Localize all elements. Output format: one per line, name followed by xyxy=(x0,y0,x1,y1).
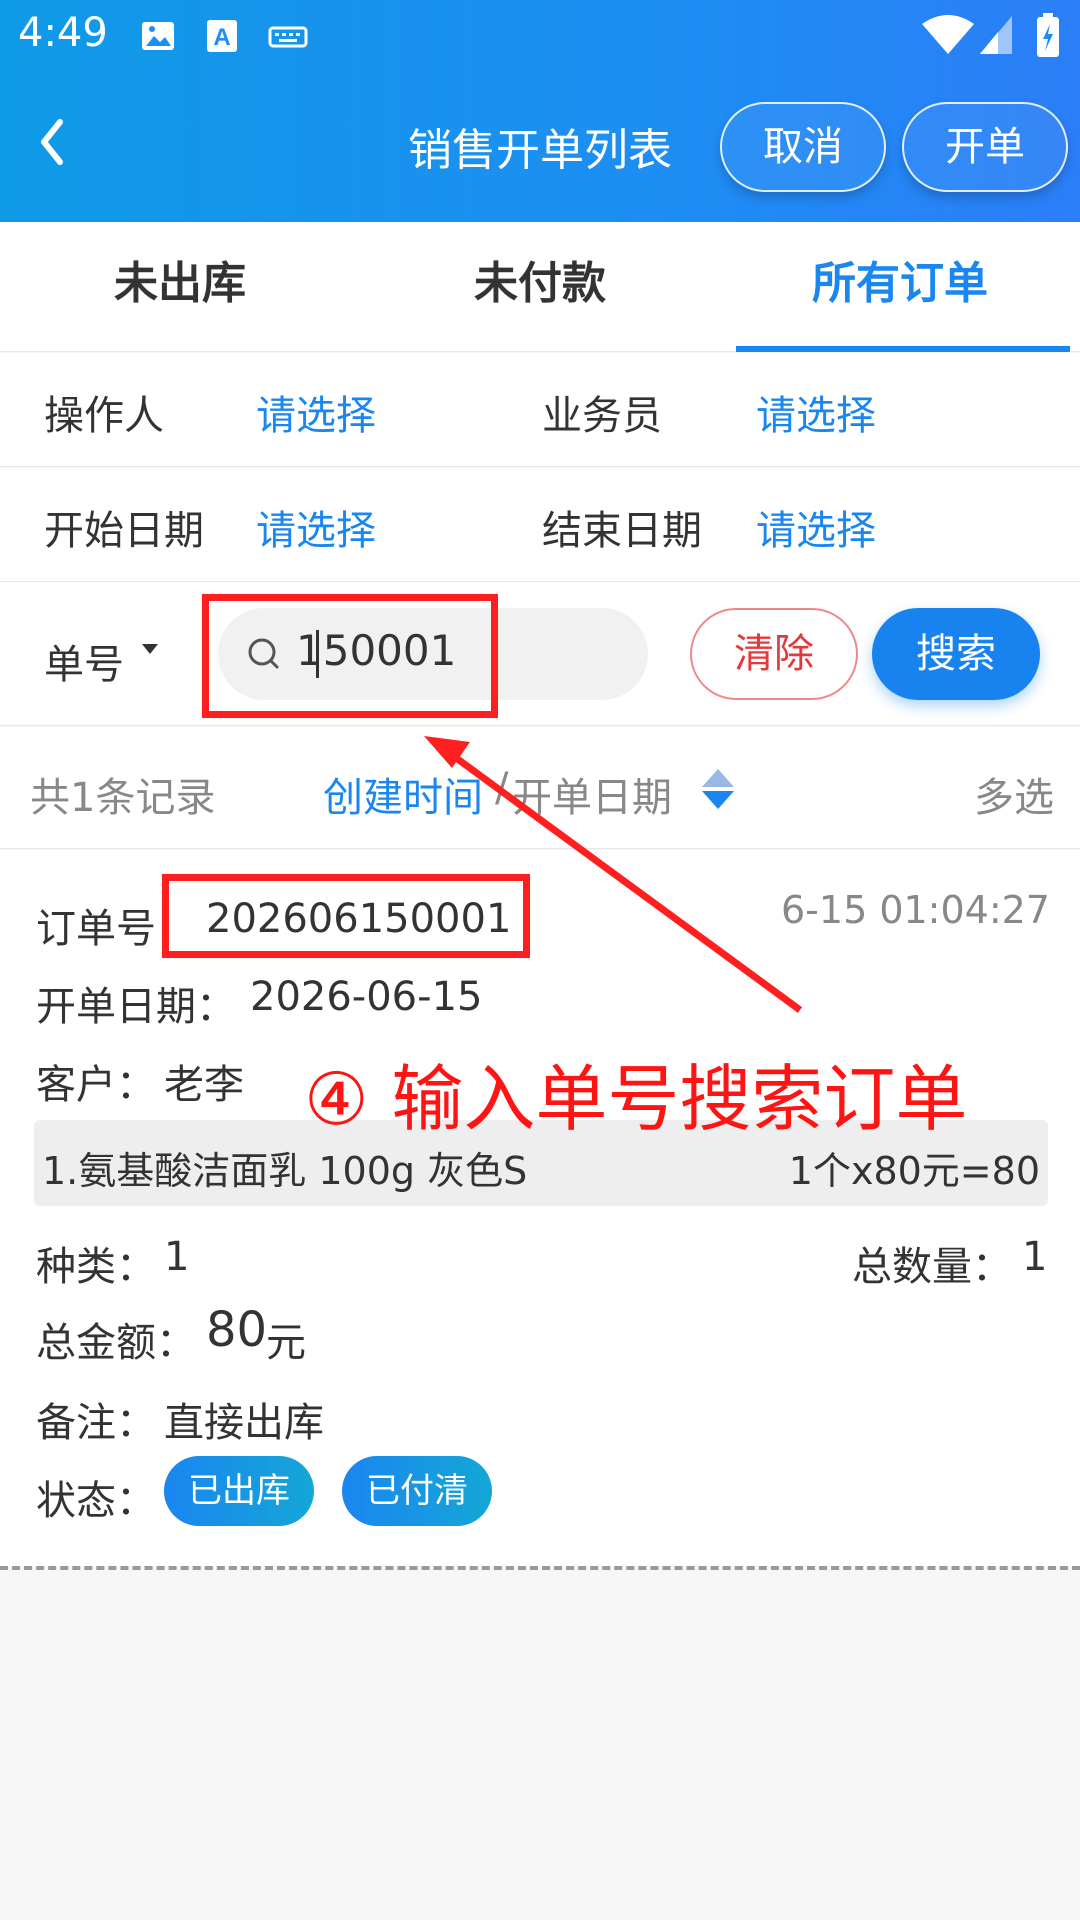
back-arrow-icon[interactable] xyxy=(30,112,80,172)
battery-icon xyxy=(1037,13,1059,57)
page-title: 销售开单列表 xyxy=(408,125,672,176)
sort-open-date[interactable]: 开单日期 xyxy=(512,765,672,823)
summary-row: 共1条记录 创建时间 / 开单日期 多选 xyxy=(0,727,1080,849)
tab-bar: 未出库 未付款 所有订单 xyxy=(0,222,1080,352)
total-amount-value: 80 xyxy=(206,1302,268,1358)
salesman-label: 业务员 xyxy=(542,393,662,439)
start-date-select[interactable]: 请选择 xyxy=(256,498,376,556)
multi-select-button[interactable]: 多选 xyxy=(974,765,1054,823)
nav-bar: 销售开单列表 取消 开单 xyxy=(0,90,1080,200)
operator-label: 操作人 xyxy=(44,393,164,439)
search-button[interactable]: 搜索 xyxy=(872,608,1040,700)
search-row: 单号 150001 清除 搜索 xyxy=(0,582,1080,726)
clear-button[interactable]: 清除 xyxy=(690,608,858,700)
open-date-label: 开单日期： xyxy=(36,984,236,1030)
sort-created-time[interactable]: 创建时间 xyxy=(323,765,483,823)
active-tab-indicator xyxy=(736,346,1070,352)
svg-text:A: A xyxy=(213,24,230,51)
kinds-label: 种类： xyxy=(36,1244,156,1290)
status-time: 4:49 xyxy=(18,10,108,56)
open-date-value: 2026-06-15 xyxy=(250,974,483,1020)
status-badge-paid: 已付清 xyxy=(342,1456,492,1526)
total-qty-value: 1 xyxy=(1022,1234,1048,1280)
sort-separator: / xyxy=(495,765,509,811)
annotation-box-order-no xyxy=(162,874,530,958)
annotation-box-search xyxy=(202,594,498,718)
card-divider xyxy=(0,1566,1080,1570)
status-badge-shipped: 已出库 xyxy=(164,1456,314,1526)
start-date-label: 开始日期 xyxy=(44,508,204,554)
tab-unpaid[interactable]: 未付款 xyxy=(360,222,720,352)
end-date-select[interactable]: 请选择 xyxy=(756,498,876,556)
caret-down-icon[interactable] xyxy=(142,644,158,654)
customer-value: 老李 xyxy=(164,1062,244,1108)
remark-value: 直接出库 xyxy=(164,1400,324,1446)
sort-toggle-icon[interactable] xyxy=(700,767,736,811)
remark-label: 备注： xyxy=(36,1400,156,1446)
record-count: 共1条记录 xyxy=(30,775,216,821)
total-qty-label: 总数量： xyxy=(852,1244,1012,1290)
operator-select[interactable]: 请选择 xyxy=(256,383,376,441)
cell-signal-icon xyxy=(980,16,1012,54)
search-field-dropdown[interactable]: 单号 xyxy=(44,632,124,690)
salesman-select[interactable]: 请选择 xyxy=(756,383,876,441)
total-amount-label: 总金额： xyxy=(36,1320,196,1366)
end-date-label: 结束日期 xyxy=(542,508,702,554)
status-bar: 4:49 A xyxy=(0,0,1080,72)
wifi-icon xyxy=(922,15,974,54)
image-icon xyxy=(142,22,174,50)
font-app-icon: A xyxy=(207,20,237,52)
tab-not-shipped[interactable]: 未出库 xyxy=(0,222,360,352)
cancel-button[interactable]: 取消 xyxy=(720,102,886,192)
total-amount-unit: 元 xyxy=(266,1320,306,1366)
tab-all-orders[interactable]: 所有订单 xyxy=(720,222,1080,352)
customer-label: 客户： xyxy=(36,1062,156,1108)
create-order-button[interactable]: 开单 xyxy=(902,102,1068,192)
annotation-caption: ④ 输入单号搜索订单 xyxy=(304,1057,968,1141)
created-time: 6-15 01:04:27 xyxy=(781,888,1050,932)
item-price-calc: 1个x80元=80 xyxy=(788,1149,1040,1193)
app-header: 4:49 A 销售开单列表 取消 开单 xyxy=(0,0,1080,222)
filter-row-dates: 开始日期 请选择 结束日期 请选择 xyxy=(0,468,1080,582)
keyboard-icon xyxy=(268,26,308,48)
item-description: 1.氨基酸洁面乳 100g 灰色S xyxy=(42,1149,528,1193)
kinds-value: 1 xyxy=(164,1234,190,1280)
status-label: 状态： xyxy=(36,1478,156,1524)
filter-row-people: 操作人 请选择 业务员 请选择 xyxy=(0,353,1080,467)
